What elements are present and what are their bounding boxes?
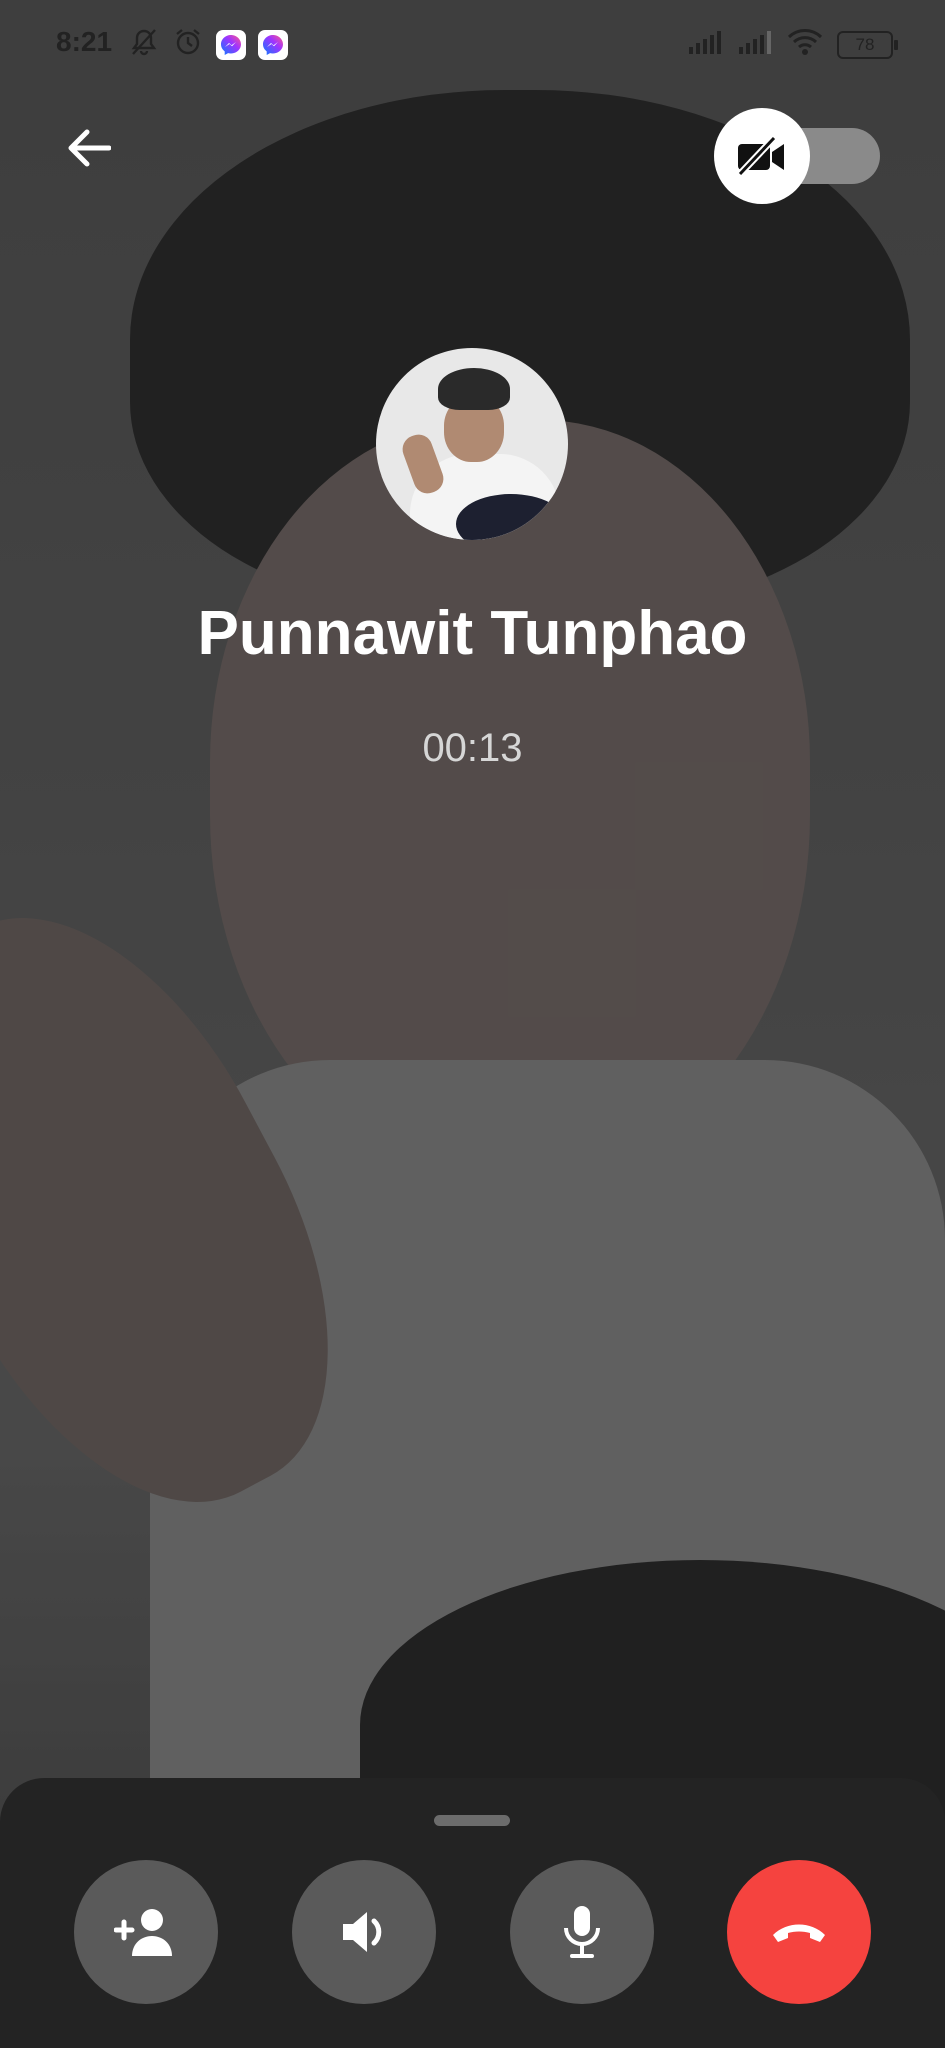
back-button[interactable] [58, 118, 118, 178]
battery-icon: 78 [837, 30, 898, 59]
microphone-button[interactable] [510, 1860, 654, 2004]
speaker-button[interactable] [292, 1860, 436, 2004]
panel-drag-handle[interactable] [434, 1815, 510, 1826]
video-toggle[interactable] [714, 108, 882, 204]
contact-name: Punnawit Tunphao [197, 599, 748, 668]
alarm-icon [172, 26, 204, 63]
contact-avatar [376, 348, 568, 540]
wifi-icon [787, 28, 823, 61]
end-call-icon [773, 1924, 825, 1942]
remote-video-background [0, 0, 945, 2048]
microphone-icon [564, 1906, 600, 1958]
mute-icon [128, 26, 160, 63]
speaker-icon [343, 1912, 382, 1952]
end-call-button[interactable] [727, 1860, 871, 2004]
add-person-icon [114, 1909, 172, 1956]
video-off-icon [737, 135, 784, 177]
messenger-icon [216, 29, 246, 60]
call-duration: 00:13 [422, 726, 523, 770]
video-toggle-knob [714, 108, 810, 204]
back-arrow-icon [68, 129, 111, 167]
messenger-icon [258, 29, 288, 60]
signal-icon [687, 29, 723, 60]
status-time: 8:21 [56, 26, 113, 57]
status-bar: 8:21 78 [0, 0, 945, 88]
signal-icon [737, 29, 773, 60]
add-person-button[interactable] [74, 1860, 218, 2004]
